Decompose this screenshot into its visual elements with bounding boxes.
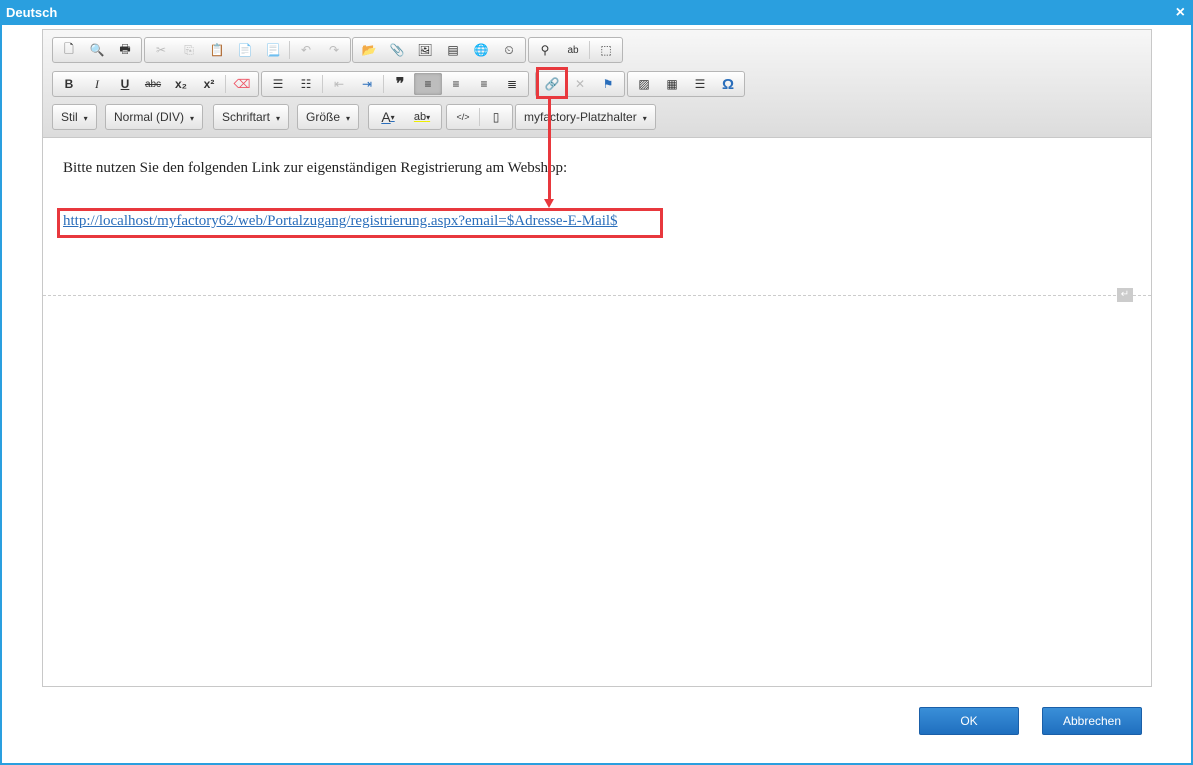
annotation-arrow — [548, 96, 551, 200]
title-bar: Deutsch × — [0, 0, 1193, 25]
paragraph-group: ☰ ☷ ⇤ ⇥ ❞ ≡ ≡ ≡ ≣ — [261, 71, 529, 97]
strikethrough-button[interactable]: abc — [139, 73, 167, 95]
link-highlight-box — [57, 208, 663, 238]
separator — [479, 108, 480, 126]
tools-group: </> ▯ — [446, 104, 513, 130]
style-dropdown[interactable]: Stil ▾ — [52, 104, 97, 130]
cut-icon[interactable]: ✂ — [147, 39, 175, 61]
format-dropdown[interactable]: Normal (DIV) ▾ — [105, 104, 204, 130]
separator — [383, 75, 384, 93]
font-label: Schriftart — [222, 110, 271, 124]
schedule-icon[interactable]: ⏲ — [495, 39, 523, 61]
page-break-line — [43, 295, 1151, 296]
chevron-down-icon: ▾ — [276, 114, 281, 123]
folder-icon[interactable]: 📂 — [355, 39, 383, 61]
cancel-button[interactable]: Abbrechen — [1042, 707, 1142, 735]
align-left-icon[interactable]: ≡ — [414, 73, 442, 95]
chevron-down-icon: ▾ — [642, 114, 647, 123]
background-color-button[interactable]: ab ▾ — [405, 106, 439, 128]
text-color-glyph: A — [381, 109, 391, 125]
special-char-button[interactable]: Ω — [714, 73, 742, 95]
style-label: Stil — [61, 110, 78, 124]
horizontal-line-icon[interactable]: ☰ — [686, 73, 714, 95]
paste-icon[interactable]: 📋 — [203, 39, 231, 61]
rich-text-editor: 🗋 🔍 🖶 ✂ ⎘ 📋 📄 📃 ↶ ↷ 📂 📎 🖼 ▤ 🌐 ⏲ ⚲ ab ⬚ B… — [42, 29, 1152, 687]
spellcheck-icon[interactable]: ab — [559, 39, 587, 61]
bold-button[interactable]: B — [55, 73, 83, 95]
web-icon[interactable]: 🌐 — [467, 39, 495, 61]
undo-icon[interactable]: ↶ — [292, 39, 320, 61]
separator — [589, 41, 590, 59]
link-button-highlight — [536, 67, 568, 99]
blockquote-button[interactable]: ❞ — [386, 73, 414, 95]
print-icon[interactable]: 🖶 — [111, 39, 139, 61]
text-color-button[interactable]: A ▾ — [371, 106, 405, 128]
size-label: Größe — [306, 110, 341, 124]
ok-button[interactable]: OK — [919, 707, 1019, 735]
remove-format-icon[interactable]: ⌫ — [228, 73, 256, 95]
clipboard-group: ✂ ⎘ 📋 📄 📃 ↶ ↷ — [144, 37, 351, 63]
paste-text-icon[interactable]: 📄 — [231, 39, 259, 61]
picture-frame-icon[interactable]: 🖼 — [411, 39, 439, 61]
paragraph-text: Bitte nutzen Sie den folgenden Link zur … — [63, 160, 568, 176]
justify-icon[interactable]: ≣ — [498, 73, 526, 95]
dialog-title: Deutsch — [6, 5, 58, 20]
placeholder-label: myfactory-Platzhalter — [524, 110, 637, 124]
image-icon[interactable]: ▨ — [630, 73, 658, 95]
align-center-icon[interactable]: ≡ — [442, 73, 470, 95]
document-group: 🗋 🔍 🖶 — [52, 37, 142, 63]
size-dropdown[interactable]: Größe ▾ — [297, 104, 360, 130]
chevron-down-icon: ▾ — [83, 114, 88, 123]
chevron-down-icon: ▾ — [190, 114, 195, 123]
numbered-list-icon[interactable]: ☰ — [264, 73, 292, 95]
subscript-button[interactable]: x₂ — [167, 73, 195, 95]
chevron-down-icon: ▾ — [346, 114, 351, 123]
table-icon[interactable]: ▦ — [658, 73, 686, 95]
separator — [225, 75, 226, 93]
copy-icon[interactable]: ⎘ — [175, 39, 203, 61]
bg-color-glyph: ab — [413, 111, 427, 123]
attachment-icon[interactable]: 📎 — [383, 39, 411, 61]
italic-button[interactable]: I — [83, 73, 111, 95]
find-icon[interactable]: ⚲ — [531, 39, 559, 61]
align-right-icon[interactable]: ≡ — [470, 73, 498, 95]
redo-icon[interactable]: ↷ — [320, 39, 348, 61]
colors-group: A ▾ ab ▾ — [368, 104, 442, 130]
return-icon: ↵ — [1117, 288, 1133, 302]
unlink-icon[interactable]: ✕ — [566, 73, 594, 95]
superscript-button[interactable]: x² — [195, 73, 223, 95]
separator — [289, 41, 290, 59]
source-icon[interactable]: </> — [449, 106, 477, 128]
underline-button[interactable]: U — [111, 73, 139, 95]
insert-objects-group: ▨ ▦ ☰ Ω — [627, 71, 745, 97]
format-label: Normal (DIV) — [114, 110, 185, 124]
editor-content[interactable]: Bitte nutzen Sie den folgenden Link zur … — [43, 138, 1151, 686]
form-icon[interactable]: ▤ — [439, 39, 467, 61]
maximize-icon[interactable]: ▯ — [482, 106, 510, 128]
editor-toolbar: 🗋 🔍 🖶 ✂ ⎘ 📋 📄 📃 ↶ ↷ 📂 📎 🖼 ▤ 🌐 ⏲ ⚲ ab ⬚ B… — [43, 30, 1151, 138]
annotation-arrowhead — [544, 199, 554, 208]
paste-word-icon[interactable]: 📃 — [259, 39, 287, 61]
insert-group: 📂 📎 🖼 ▤ 🌐 ⏲ — [352, 37, 526, 63]
close-icon[interactable]: × — [1176, 0, 1185, 25]
indent-icon[interactable]: ⇥ — [353, 73, 381, 95]
preview-icon[interactable]: 🔍 — [83, 39, 111, 61]
basic-styles-group: B I U abc x₂ x² ⌫ — [52, 71, 259, 97]
search-group: ⚲ ab ⬚ — [528, 37, 623, 63]
anchor-flag-icon[interactable]: ⚑ — [594, 73, 622, 95]
select-all-icon[interactable]: ⬚ — [592, 39, 620, 61]
outdent-icon[interactable]: ⇤ — [325, 73, 353, 95]
new-page-icon[interactable]: 🗋 — [55, 39, 83, 61]
font-dropdown[interactable]: Schriftart ▾ — [213, 104, 290, 130]
bulleted-list-icon[interactable]: ☷ — [292, 73, 320, 95]
placeholder-dropdown[interactable]: myfactory-Platzhalter ▾ — [515, 104, 656, 130]
separator — [322, 75, 323, 93]
